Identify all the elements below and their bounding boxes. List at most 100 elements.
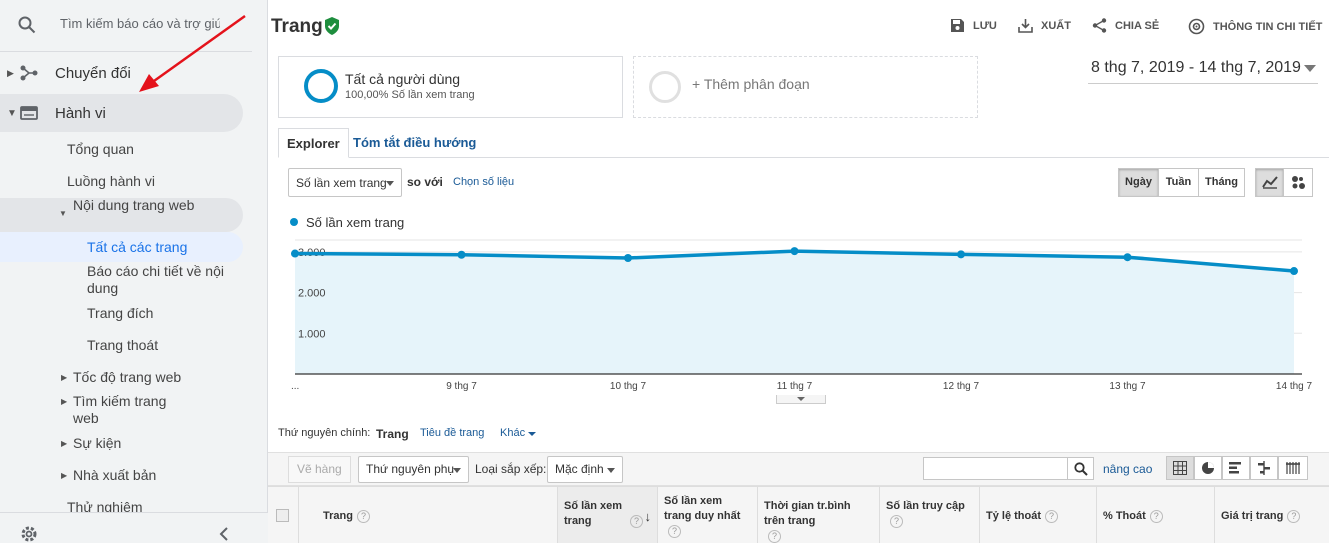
sidebar-item-site-speed[interactable]: Tốc độ trang web <box>73 369 181 386</box>
add-segment-button[interactable]: + Thêm phân đoạn <box>633 56 978 118</box>
help-icon[interactable]: ? <box>1149 509 1163 523</box>
view-performance-button[interactable] <box>1222 456 1250 480</box>
date-range-picker[interactable]: 8 thg 7, 2019 - 14 thg 7, 2019 <box>1088 58 1318 84</box>
column-avg-time[interactable]: Thời gian tr.bình trên trang? <box>757 487 879 543</box>
sort-type-label: Loại sắp xếp: <box>475 462 547 476</box>
data-point[interactable] <box>1290 267 1298 276</box>
segment-placeholder-ring-icon <box>649 71 681 103</box>
pie-chart-icon <box>1202 462 1214 474</box>
table-filter-input[interactable] <box>923 457 1068 480</box>
segment-all-users[interactable]: Tất cả người dùng 100,00% Số lần xem tra… <box>278 56 623 118</box>
collapse-chevron-icon[interactable] <box>219 527 229 541</box>
view-pivot-button[interactable] <box>1278 456 1308 480</box>
dimension-page-title[interactable]: Tiêu đề trang <box>420 427 484 439</box>
granularity-day[interactable]: Ngày <box>1118 168 1159 197</box>
plot-rows-button[interactable]: Vẽ hàng <box>288 456 351 483</box>
column-entrances[interactable]: Số lần truy cập? <box>879 487 979 543</box>
help-icon[interactable]: ? <box>768 529 781 543</box>
main-content: Trang LƯU XUẤT CHIA SẺ THÔNG TIN CHI TIẾ… <box>268 0 1329 543</box>
sidebar-item-publisher[interactable]: Nhà xuất bản <box>73 467 156 484</box>
sidebar-item-landing-pages[interactable]: Trang đích <box>87 305 153 322</box>
sidebar-item-site-search[interactable]: Tìm kiếm trang web <box>73 393 193 427</box>
table-grid-icon <box>1173 461 1187 475</box>
line-chart-toggle[interactable] <box>1255 168 1284 197</box>
data-point[interactable] <box>457 250 466 259</box>
pivot-icon <box>1286 462 1300 474</box>
advanced-filter-link[interactable]: nâng cao <box>1103 462 1152 476</box>
sidebar-item-exit-pages[interactable]: Trang thoát <box>87 337 158 354</box>
bar-list-icon <box>1229 462 1241 474</box>
secondary-dimension-select[interactable]: Thứ nguyên phụ <box>358 456 469 483</box>
metric-select[interactable]: Số lần xem trang <box>288 168 402 197</box>
insights-button[interactable]: THÔNG TIN CHI TIẾT <box>1188 18 1322 35</box>
sort-type-value: Mặc định <box>555 462 604 476</box>
column-label: Tỷ lệ thoát <box>986 510 1042 522</box>
caret-down-icon: ▼ <box>59 209 67 218</box>
help-icon[interactable]: ? <box>1287 509 1301 523</box>
data-point[interactable] <box>957 250 965 259</box>
x-tick-label: 10 thg 7 <box>610 381 647 392</box>
granularity-month[interactable]: Tháng <box>1198 168 1245 197</box>
sort-desc-arrow-icon: ↓ <box>644 509 652 524</box>
column-page[interactable]: Trang? <box>298 487 557 543</box>
table-search-button[interactable] <box>1067 457 1094 480</box>
sidebar-item-site-content[interactable]: Nội dung trang web <box>73 197 203 214</box>
vs-label: so với <box>407 175 443 189</box>
column-label: Số lần truy cập <box>886 500 965 512</box>
table-header: Trang? Số lần xem trang? ↓ Số lần xem tra… <box>268 486 1329 543</box>
chart-collapse-handle[interactable] <box>776 395 826 404</box>
column-exit-percent[interactable]: % Thoát? <box>1096 487 1214 543</box>
data-point[interactable] <box>624 254 632 263</box>
column-bounce-rate[interactable]: Tỷ lệ thoát? <box>979 487 1096 543</box>
help-icon[interactable]: ? <box>630 514 643 528</box>
caret-right-icon: ▶ <box>61 397 68 406</box>
tab-explorer[interactable]: Explorer <box>278 128 349 158</box>
sidebar-item-behavior[interactable]: ▼ Hành vi <box>0 94 243 132</box>
help-icon[interactable]: ? <box>356 509 370 523</box>
choose-metric-link[interactable]: Chọn số liệu <box>453 176 514 188</box>
series-area <box>295 251 1294 374</box>
share-label: CHIA SẺ <box>1115 19 1160 32</box>
view-table-button[interactable] <box>1166 456 1194 480</box>
search-icon <box>1074 462 1088 476</box>
legend-label: Số lần xem trang <box>306 215 404 230</box>
sidebar-item-events[interactable]: Sự kiện <box>73 435 121 452</box>
caret-right-icon: ▶ <box>61 439 68 448</box>
comparison-icon <box>1258 461 1270 475</box>
column-page-value[interactable]: Giá trị trang? <box>1214 487 1329 543</box>
dimension-other[interactable]: Khác <box>500 427 525 439</box>
data-point[interactable] <box>1123 253 1132 262</box>
sidebar-item-all-pages[interactable]: Tất cả các trang <box>87 239 187 256</box>
line-chart: Số lần xem trang 1.000 2.000 3.000 ... 9 th… <box>268 208 1329 408</box>
help-icon[interactable]: ? <box>1045 509 1059 523</box>
insights-icon <box>1188 18 1205 35</box>
sidebar-footer <box>0 512 268 543</box>
column-label: Số lần xem trang duy nhất <box>664 495 741 522</box>
dimension-page[interactable]: Trang <box>376 427 409 441</box>
sidebar-item-behavior-flow[interactable]: Luồng hành vi <box>67 173 155 190</box>
column-unique-pageviews[interactable]: Số lần xem trang duy nhất? <box>657 487 757 543</box>
share-button[interactable]: CHIA SẺ <box>1092 18 1159 33</box>
select-all-checkbox[interactable] <box>276 509 289 522</box>
search-icon <box>18 16 36 34</box>
tab-navigation-summary[interactable]: Tóm tắt điều hướng <box>345 128 484 158</box>
export-button[interactable]: XUẤT <box>1018 18 1071 33</box>
behavior-icon <box>20 106 38 120</box>
view-comparison-button[interactable] <box>1250 456 1278 480</box>
help-icon[interactable]: ? <box>890 514 903 528</box>
column-pageviews[interactable]: Số lần xem trang? ↓ <box>557 487 657 543</box>
sidebar-item-overview[interactable]: Tổng quan <box>67 141 134 158</box>
granularity-week[interactable]: Tuần <box>1158 168 1199 197</box>
motion-chart-toggle[interactable] <box>1283 168 1313 197</box>
report-tabs: Explorer Tóm tắt điều hướng <box>278 128 1329 158</box>
data-point[interactable] <box>291 249 299 258</box>
chevron-down-icon <box>453 467 461 473</box>
x-tick-label: ... <box>291 381 299 392</box>
gear-icon[interactable] <box>20 525 38 543</box>
help-icon[interactable]: ? <box>668 524 681 538</box>
save-button[interactable]: LƯU <box>950 18 997 33</box>
data-point[interactable] <box>790 247 799 256</box>
sort-type-select[interactable]: Mặc định <box>547 456 623 483</box>
sidebar-item-content-drilldown[interactable]: Báo cáo chi tiết về nội dung <box>87 263 227 297</box>
view-pie-button[interactable] <box>1194 456 1222 480</box>
